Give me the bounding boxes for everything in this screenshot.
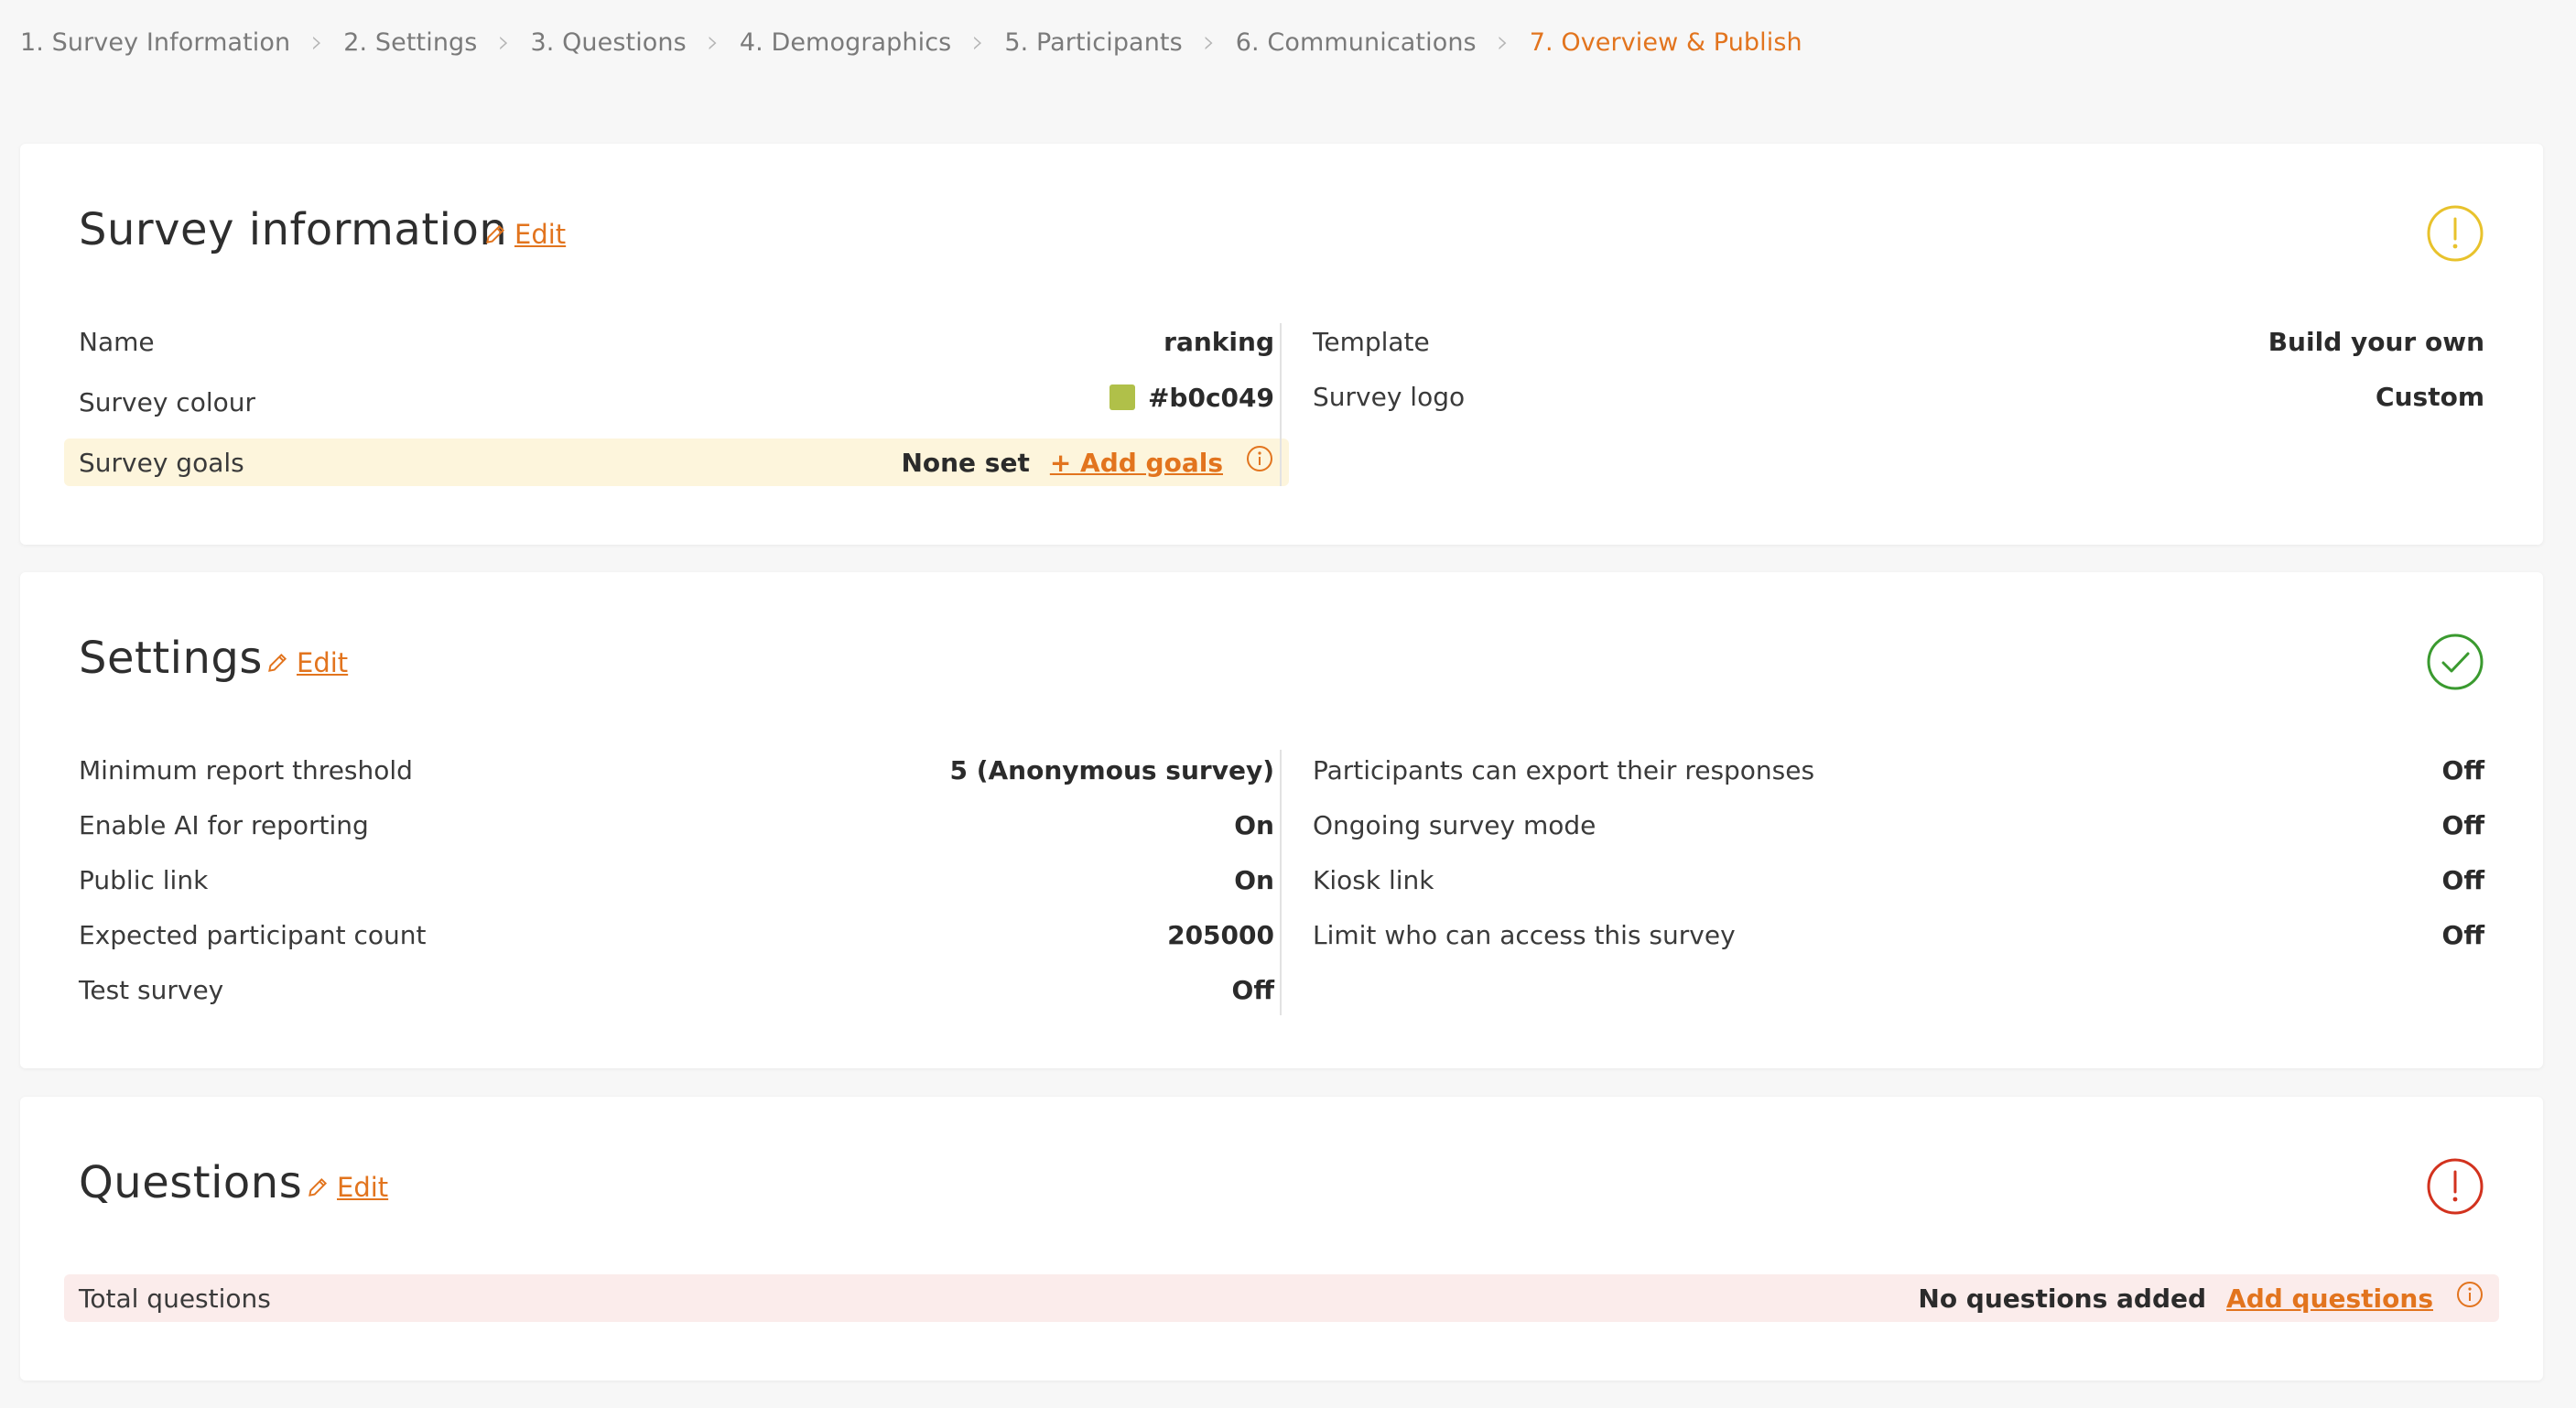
info-row-name: Name ranking: [79, 318, 1274, 365]
settings-card: Settings Edit Minimum report threshold 5…: [20, 572, 2543, 1068]
settings-row: Test survey Off: [79, 966, 1274, 1013]
pencil-icon: [268, 653, 287, 672]
step-survey-information[interactable]: 1. Survey Information: [20, 28, 290, 57]
row-label: Minimum report threshold: [79, 754, 413, 785]
step-participants[interactable]: 5. Participants: [1004, 28, 1182, 57]
row-value: Off: [2441, 754, 2484, 785]
row-label: Limit who can access this survey: [1313, 919, 1736, 950]
colour-hex: #b0c049: [1147, 382, 1274, 413]
info-row-survey-goals: Survey goals None set + Add goals: [64, 439, 1289, 486]
edit-settings-link[interactable]: Edit: [265, 647, 348, 678]
card-title: Survey information: [79, 204, 508, 255]
info-row-template: Template Build your own: [1313, 318, 2484, 365]
settings-row: Participants can export their responses …: [1313, 746, 2484, 794]
card-title: Questions: [79, 1157, 303, 1208]
total-value: No questions added: [1918, 1283, 2207, 1314]
chevron-right-icon: ›: [1202, 24, 1216, 60]
row-value: On: [1234, 809, 1274, 840]
questions-card: Questions Edit Total questions No questi…: [20, 1097, 2543, 1381]
row-label: Enable AI for reporting: [79, 809, 369, 840]
settings-row: Ongoing survey mode Off: [1313, 801, 2484, 849]
row-label: Test survey: [79, 974, 224, 1005]
row-label: Name: [79, 326, 155, 357]
goals-value: None set: [901, 447, 1030, 478]
pencil-icon: [486, 224, 505, 244]
row-label: Expected participant count: [79, 919, 427, 950]
row-label: Survey goals: [79, 447, 244, 478]
row-label: Survey logo: [1313, 381, 1466, 412]
row-value: None set + Add goals: [901, 446, 1274, 478]
step-demographics[interactable]: 4. Demographics: [740, 28, 952, 57]
row-value: Off: [2441, 809, 2484, 840]
questions-total-row: Total questions No questions added Add q…: [64, 1274, 2499, 1322]
edit-questions-link[interactable]: Edit: [306, 1172, 388, 1203]
settings-row: Enable AI for reporting On: [79, 801, 1274, 849]
warning-icon: [2427, 205, 2484, 262]
row-label: Participants can export their responses: [1313, 754, 1815, 785]
info-row-survey-logo: Survey logo Custom: [1313, 373, 2484, 420]
row-label: Kiosk link: [1313, 864, 1434, 895]
chevron-right-icon: ›: [971, 24, 985, 60]
info-icon[interactable]: [1245, 444, 1274, 473]
step-questions[interactable]: 3. Questions: [530, 28, 686, 57]
edit-label: Edit: [297, 647, 349, 678]
colour-swatch: [1109, 384, 1135, 410]
row-value: On: [1234, 864, 1274, 895]
step-communications[interactable]: 6. Communications: [1236, 28, 1477, 57]
row-label: Survey colour: [79, 386, 255, 417]
row-label: Template: [1313, 326, 1430, 357]
card-title: Settings: [79, 633, 263, 684]
wizard-stepper: 1. Survey Information › 2. Settings › 3.…: [20, 24, 1802, 60]
row-value: 205000: [1167, 919, 1274, 950]
chevron-right-icon: ›: [497, 24, 511, 60]
settings-row: Expected participant count 205000: [79, 911, 1274, 959]
settings-row: Public link On: [79, 856, 1274, 904]
chevron-right-icon: ›: [707, 24, 720, 60]
row-value: No questions added Add questions: [1918, 1280, 2484, 1314]
row-value: 5 (Anonymous survey): [949, 754, 1274, 785]
row-value: Off: [2441, 919, 2484, 950]
row-value: Off: [1231, 974, 1274, 1005]
pencil-icon: [308, 1177, 328, 1197]
column-divider: [1280, 323, 1282, 486]
row-label: Public link: [79, 864, 209, 895]
survey-information-card: Survey information Edit Name ranking Sur…: [20, 144, 2543, 545]
edit-survey-information-link[interactable]: Edit: [483, 219, 566, 250]
row-value: Custom: [2376, 381, 2484, 412]
add-goals-link[interactable]: + Add goals: [1050, 448, 1223, 478]
settings-row: Minimum report threshold 5 (Anonymous su…: [79, 746, 1274, 794]
row-label: Ongoing survey mode: [1313, 809, 1596, 840]
info-row-survey-colour: Survey colour #b0c049: [79, 378, 1274, 426]
chevron-right-icon: ›: [310, 24, 324, 60]
chevron-right-icon: ›: [1496, 24, 1510, 60]
add-questions-link[interactable]: Add questions: [2226, 1283, 2433, 1314]
step-overview-publish[interactable]: 7. Overview & Publish: [1530, 28, 1802, 57]
info-icon[interactable]: [2455, 1280, 2484, 1309]
settings-row: Limit who can access this survey Off: [1313, 911, 2484, 959]
edit-label: Edit: [514, 219, 567, 250]
row-label: Total questions: [79, 1283, 271, 1314]
row-value: Build your own: [2268, 326, 2484, 357]
row-value: ranking: [1164, 326, 1274, 357]
settings-row: Kiosk link Off: [1313, 856, 2484, 904]
row-value: Off: [2441, 864, 2484, 895]
row-value: #b0c049: [1109, 383, 1274, 413]
check-icon: [2427, 634, 2484, 690]
edit-label: Edit: [337, 1172, 389, 1203]
column-divider: [1280, 750, 1282, 1015]
error-icon: [2427, 1158, 2484, 1215]
step-settings[interactable]: 2. Settings: [343, 28, 477, 57]
